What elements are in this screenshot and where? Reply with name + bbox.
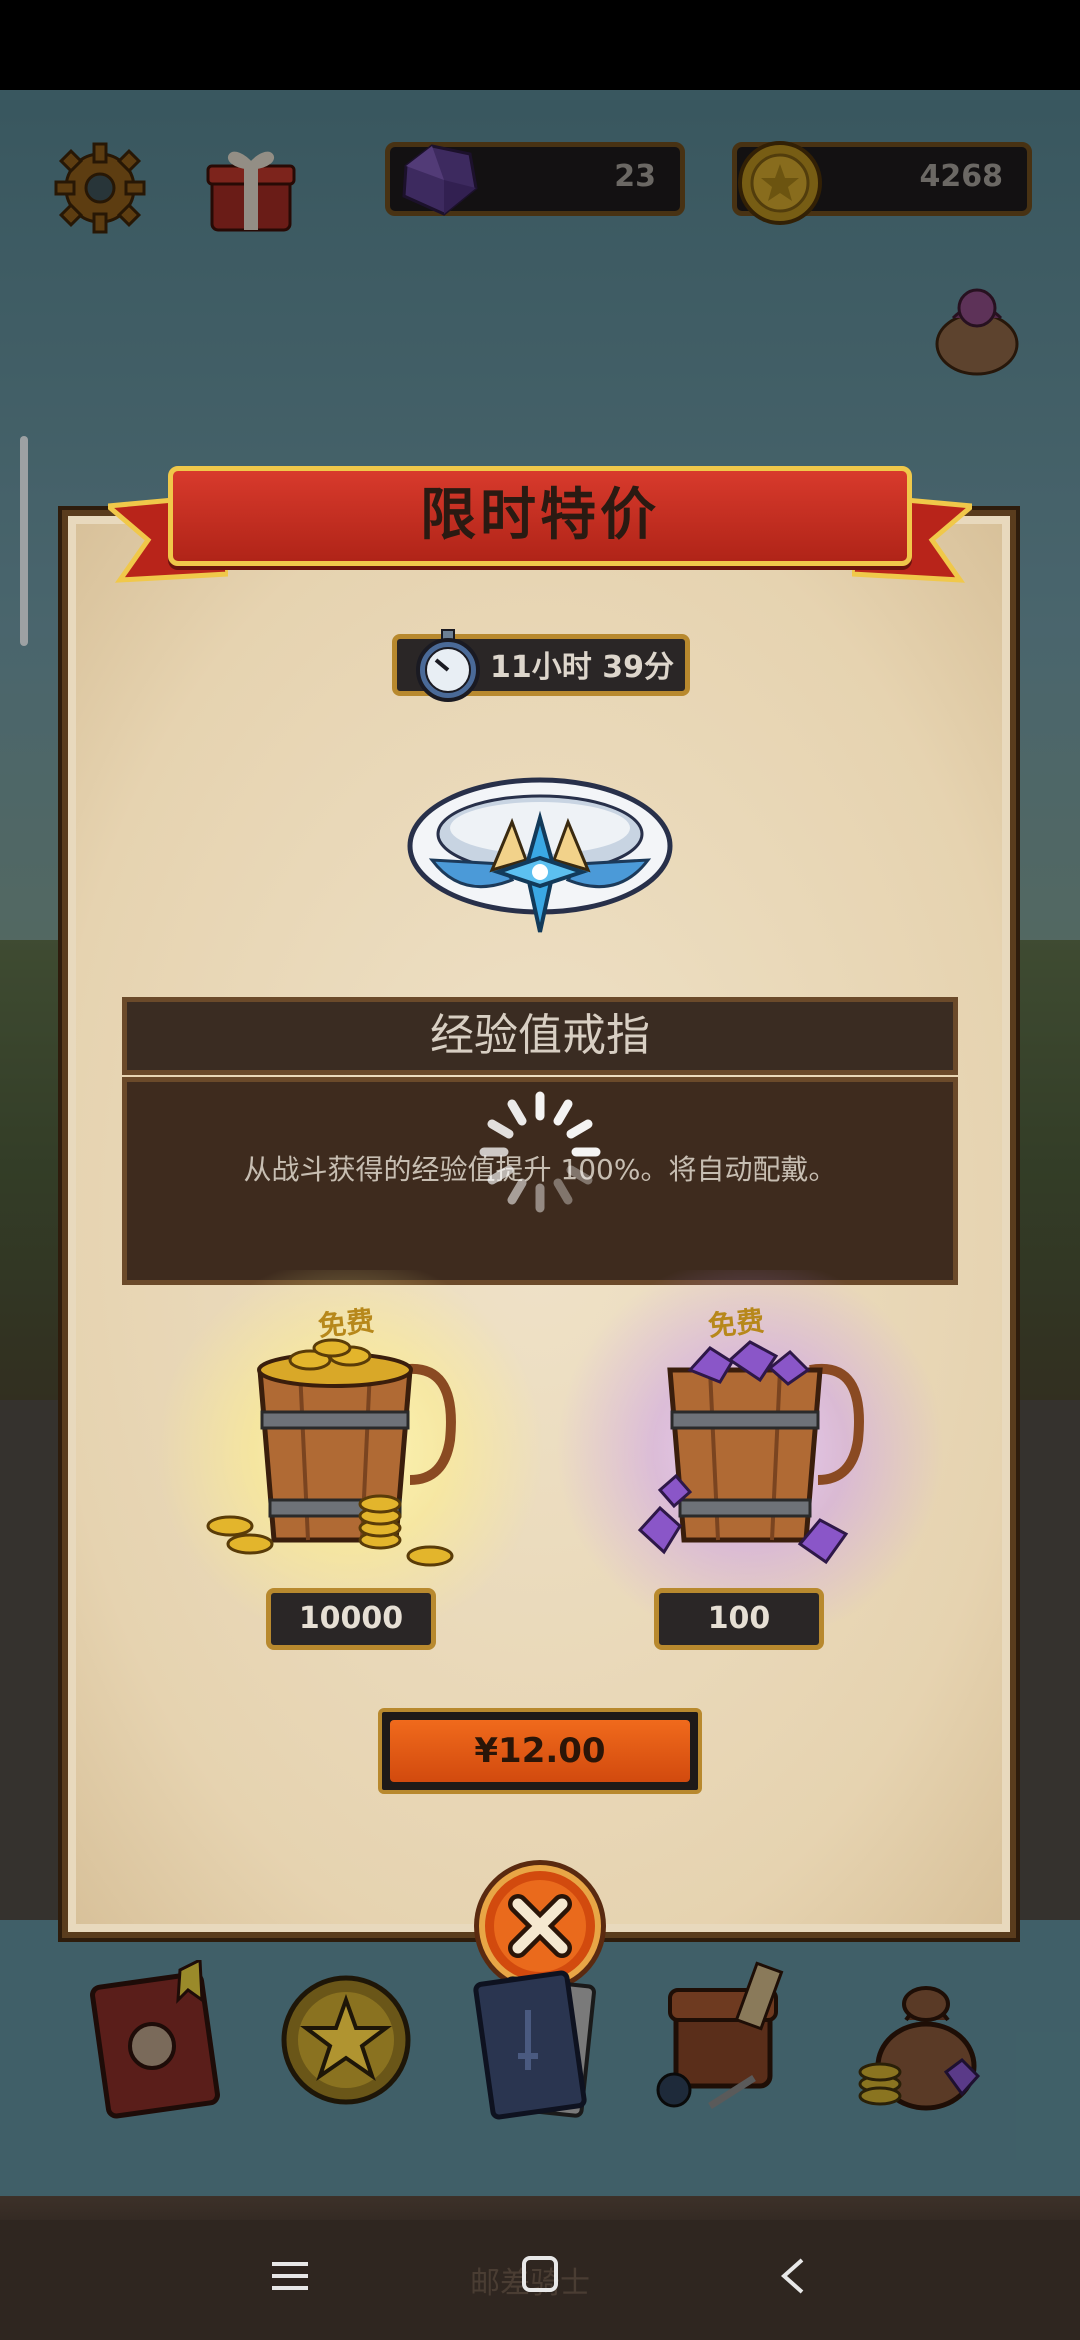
book-icon[interactable] [90,1960,230,2120]
star-coin-icon[interactable] [276,1960,416,2120]
status-bar [0,0,1080,90]
free-tag-coins: 免费 [316,1304,376,1343]
backpack-icon[interactable] [650,1960,790,2120]
gem-bucket-icon [637,1340,864,1565]
back-icon[interactable] [778,2256,808,2296]
popup-title: 限时特价 [420,483,660,548]
purchase-price[interactable]: ¥12.00 [390,1720,690,1782]
free-tag-gems: 免费 [706,1304,766,1343]
stopwatch-icon [416,629,480,702]
card-icon[interactable] [470,1960,610,2120]
menu-icon[interactable] [270,2256,310,2296]
countdown-text: 11小时 39分 [490,650,674,685]
money-sack-icon[interactable] [850,1960,990,2120]
gem-reward-amount: 100 [654,1588,824,1650]
coin-reward-amount: 10000 [266,1588,436,1650]
experience-ring-icon [407,777,673,933]
home-icon[interactable] [522,2256,558,2292]
coin-bucket-icon [206,1338,456,1567]
loading-spinner-icon [479,1091,601,1213]
item-name: 经验值戒指 [430,1010,650,1061]
